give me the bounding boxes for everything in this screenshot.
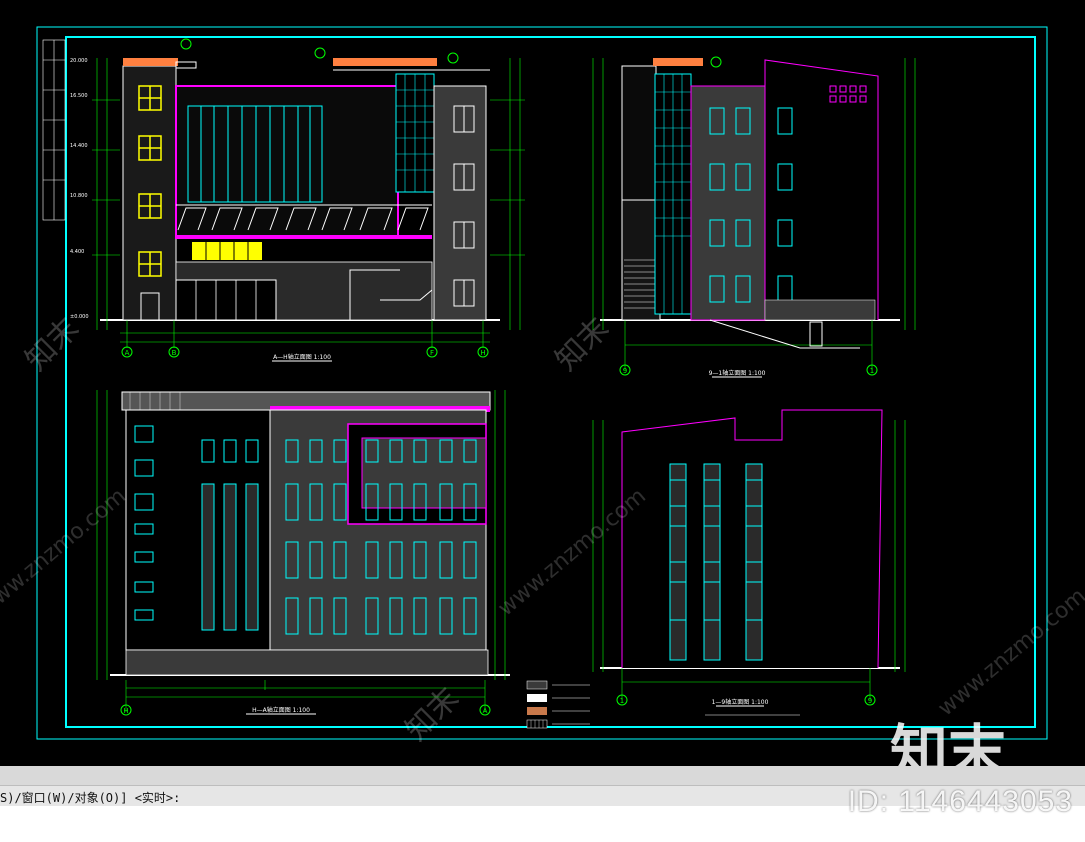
level-label: 14.400 <box>70 143 88 149</box>
level-label: 20.000 <box>70 58 88 64</box>
elevation-a-h: A B F H A—H轴立面图 1:100 20.000 16.500 14.4… <box>70 38 525 362</box>
level-label: 4.400 <box>70 249 84 255</box>
axis-label: 9 <box>623 367 627 375</box>
view-title-9-1: 9—1轴立面图 1:100 <box>709 369 766 377</box>
command-line-text: S)/窗口(W)/对象(O)] <实时>: <box>0 791 181 805</box>
cad-drawing-svg: A B F H A—H轴立面图 1:100 20.000 16.500 14.4… <box>36 26 1048 740</box>
axis-label: 1 <box>620 697 624 705</box>
axis-label: 1 <box>870 367 874 375</box>
view-title-h-a: H—A轴立面图 1:100 <box>252 706 310 714</box>
view-title-1-9: 1—9轴立面图 1:100 <box>712 698 769 706</box>
left-title-strip <box>42 39 66 221</box>
material-legend <box>526 680 590 729</box>
axis-label: A <box>483 707 488 715</box>
axis-label: H <box>123 707 128 715</box>
axis-label: H <box>480 349 485 357</box>
level-label: 16.500 <box>70 93 88 99</box>
elevation-1-9: 1 9 1—9轴立面图 1:100 <box>592 409 906 716</box>
watermark-id: ID: 1146443053 <box>847 785 1073 818</box>
watermark-logo: 知末 <box>890 718 1007 766</box>
level-label: ±0.000 <box>70 314 89 320</box>
axis-label: B <box>172 349 177 357</box>
axis-label: 9 <box>868 697 872 705</box>
elevation-h-a: H A H—A轴立面图 1:100 <box>96 390 510 716</box>
status-bar <box>0 766 1085 785</box>
axis-label: F <box>430 349 434 357</box>
elevation-9-1: 9 1 9—1轴立面图 1:100 <box>592 56 916 378</box>
axis-label: A <box>125 349 130 357</box>
level-label: 10.800 <box>70 193 88 199</box>
cad-drawing-canvas[interactable]: A B F H A—H轴立面图 1:100 20.000 16.500 14.4… <box>0 0 1085 766</box>
view-title-a-h: A—H轴立面图 1:100 <box>273 353 331 361</box>
